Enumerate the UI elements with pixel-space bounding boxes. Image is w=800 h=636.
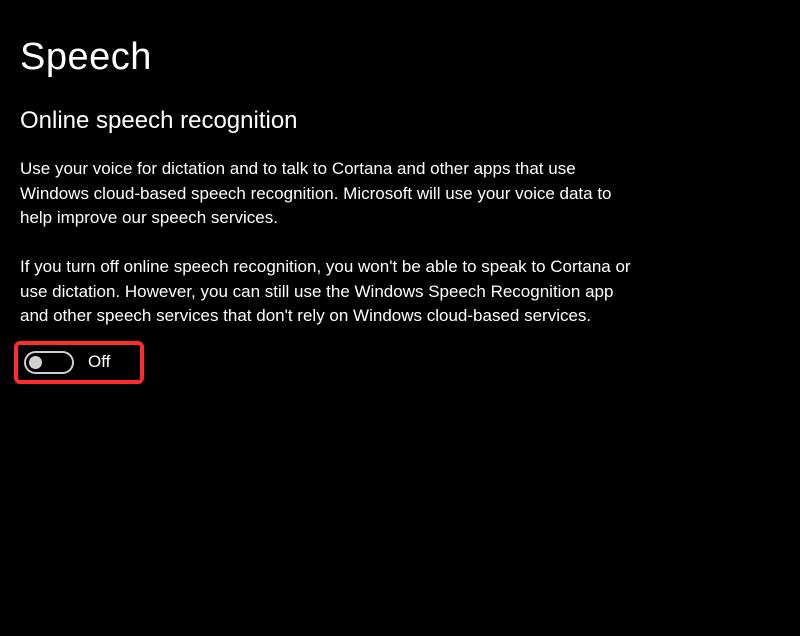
annotation-highlight-box: Off bbox=[14, 341, 144, 384]
page-title: Speech bbox=[20, 36, 780, 79]
section-heading-online-speech: Online speech recognition bbox=[20, 107, 780, 135]
toggle-switch-icon bbox=[24, 351, 74, 374]
online-speech-toggle[interactable]: Off bbox=[24, 351, 110, 374]
description-paragraph-2: If you turn off online speech recognitio… bbox=[20, 255, 640, 329]
description-paragraph-1: Use your voice for dictation and to talk… bbox=[20, 157, 640, 231]
toggle-state-label: Off bbox=[88, 352, 110, 372]
toggle-knob-icon bbox=[29, 356, 42, 369]
